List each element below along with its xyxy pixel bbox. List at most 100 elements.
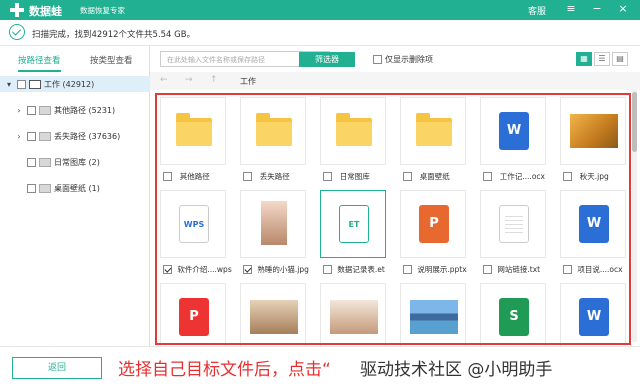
chevron-right-icon[interactable]: › bbox=[14, 106, 24, 115]
cat-photo-thumbnail bbox=[261, 201, 287, 245]
customer-service-link[interactable]: 客服 bbox=[528, 4, 546, 17]
back-button[interactable]: 返回 bbox=[12, 357, 102, 379]
file-caption[interactable]: 其他路径 bbox=[160, 170, 210, 182]
scrollbar-thumb[interactable] bbox=[632, 92, 637, 152]
file-name: 软件介绍....wps bbox=[177, 264, 232, 274]
file-grid: 其他路径 丢失路径 日常图库 桌面壁纸 W 工作记....ocx 秋天.jpg … bbox=[150, 90, 640, 346]
file-checkbox[interactable] bbox=[243, 171, 252, 181]
tree-item-label: 其他路径 (5231) bbox=[54, 105, 116, 115]
file-checkbox[interactable] bbox=[323, 171, 332, 181]
forward-arrow-icon[interactable]: → bbox=[185, 75, 193, 85]
tree-item-checkbox[interactable] bbox=[27, 105, 36, 115]
drive-icon bbox=[29, 79, 41, 89]
folder-icon bbox=[39, 131, 51, 141]
minimize-icon[interactable]: − bbox=[590, 2, 604, 15]
tree-item-checkbox[interactable] bbox=[27, 183, 36, 193]
file-checkbox[interactable] bbox=[163, 171, 172, 181]
file-checkbox[interactable] bbox=[163, 264, 172, 274]
file-tile[interactable] bbox=[480, 190, 546, 258]
list-view-icon[interactable]: ☰ bbox=[594, 52, 610, 66]
close-icon[interactable]: × bbox=[616, 2, 630, 15]
lake-photo-thumbnail bbox=[410, 300, 458, 334]
watermark: 驱动技术社区 @小明助手 bbox=[360, 355, 553, 380]
folder-icon bbox=[176, 113, 212, 146]
tree-item-label: 丢失路径 (37636) bbox=[54, 131, 121, 141]
file-tile[interactable] bbox=[400, 97, 466, 165]
back-arrow-icon[interactable]: ← bbox=[160, 75, 168, 85]
file-tile[interactable] bbox=[400, 283, 466, 346]
file-tile[interactable] bbox=[240, 97, 306, 165]
chevron-down-icon[interactable]: ▾ bbox=[4, 80, 14, 89]
file-name: 说明展示.pptx bbox=[417, 264, 467, 274]
file-checkbox[interactable] bbox=[323, 264, 332, 274]
file-caption[interactable]: 数据记录表.et bbox=[320, 263, 385, 275]
file-caption[interactable]: 秋天.jpg bbox=[560, 170, 609, 182]
only-deleted-checkbox[interactable] bbox=[373, 55, 382, 64]
file-caption[interactable]: 工作记....ocx bbox=[480, 170, 545, 182]
file-caption[interactable]: 项目说....ocx bbox=[560, 263, 623, 275]
file-caption[interactable]: 熟睡的小猫.jpg bbox=[240, 263, 309, 275]
file-name: 桌面壁纸 bbox=[419, 171, 450, 181]
chevron-right-icon[interactable]: › bbox=[14, 132, 24, 141]
file-tile[interactable]: W bbox=[560, 190, 626, 258]
file-caption[interactable]: 软件介绍....wps bbox=[160, 263, 232, 275]
tree-item-checkbox[interactable] bbox=[27, 131, 36, 141]
file-tile[interactable] bbox=[240, 190, 306, 258]
scan-status-text: 扫描完成，找到42912个文件共5.54 GB。 bbox=[32, 30, 196, 40]
file-tile[interactable] bbox=[240, 283, 306, 346]
file-tile[interactable]: P bbox=[400, 190, 466, 258]
detail-view-icon[interactable]: ▤ bbox=[612, 52, 628, 66]
file-tile[interactable]: W bbox=[480, 97, 546, 165]
folder-icon bbox=[256, 113, 292, 146]
file-checkbox[interactable] bbox=[483, 171, 492, 181]
file-checkbox[interactable] bbox=[563, 264, 572, 274]
file-name: 日常图库 bbox=[339, 171, 370, 181]
file-checkbox[interactable] bbox=[403, 171, 412, 181]
file-checkbox[interactable] bbox=[563, 171, 572, 181]
file-tile[interactable]: S bbox=[480, 283, 546, 346]
bottom-bar: 返回 选择自己目标文件后，点击“ 驱动技术社区 @小明助手 bbox=[0, 346, 640, 390]
file-tile[interactable]: W bbox=[560, 283, 626, 346]
file-tile[interactable]: P bbox=[160, 283, 226, 346]
only-deleted-label: 仅显示删除项 bbox=[385, 55, 433, 64]
only-deleted-toggle[interactable]: 仅显示删除项 bbox=[370, 54, 433, 65]
file-name: 网站链接.txt bbox=[497, 264, 541, 274]
wps-doc-icon: WPS bbox=[179, 205, 209, 243]
file-tile[interactable]: WPS bbox=[160, 190, 226, 258]
toolbar: 在此处输入文件名称或保存路径 筛选器 仅显示删除项 ▦ ☰ ▤ bbox=[150, 46, 640, 72]
word-doc-icon: W bbox=[499, 112, 529, 150]
file-tile[interactable]: ET bbox=[320, 190, 386, 258]
file-checkbox[interactable] bbox=[403, 264, 412, 274]
scan-status-bar: 扫描完成，找到42912个文件共5.54 GB。 bbox=[0, 20, 640, 46]
tree-root-checkbox[interactable] bbox=[17, 79, 26, 89]
autumn-photo-thumbnail bbox=[570, 114, 618, 148]
file-checkbox[interactable] bbox=[483, 264, 492, 274]
tab-by-type[interactable]: 按类型查看 bbox=[90, 54, 133, 72]
file-name: 工作记....ocx bbox=[499, 171, 545, 181]
file-tile[interactable] bbox=[320, 283, 386, 346]
sidebar: 按路径查看 按类型查看 ▾ 工作 (42912) › 其他路径 (5231) ›… bbox=[0, 46, 150, 346]
file-tile[interactable] bbox=[160, 97, 226, 165]
menu-icon[interactable]: ≡ bbox=[564, 2, 578, 15]
tree-item-other-path[interactable]: › 其他路径 (5231) bbox=[14, 102, 115, 118]
file-caption[interactable]: 日常图库 bbox=[320, 170, 370, 182]
file-caption[interactable]: 说明展示.pptx bbox=[400, 263, 467, 275]
tree-item-checkbox[interactable] bbox=[27, 157, 36, 167]
file-tile[interactable] bbox=[560, 97, 626, 165]
tree-item-lost-path[interactable]: › 丢失路径 (37636) bbox=[14, 128, 120, 144]
file-caption[interactable]: 丢失路径 bbox=[240, 170, 290, 182]
file-checkbox[interactable] bbox=[243, 264, 252, 274]
file-caption[interactable]: 网站链接.txt bbox=[480, 263, 540, 275]
file-name: 丢失路径 bbox=[259, 171, 290, 181]
up-arrow-icon[interactable]: ↑ bbox=[210, 75, 218, 85]
spreadsheet-doc-icon: S bbox=[499, 298, 529, 336]
grid-view-icon[interactable]: ▦ bbox=[576, 52, 592, 66]
tree-root-work[interactable]: ▾ 工作 (42912) bbox=[0, 76, 150, 92]
tree-item-desktop-wallpaper[interactable]: 桌面壁纸 (1) bbox=[14, 180, 100, 196]
filter-button[interactable]: 筛选器 bbox=[299, 52, 355, 67]
file-tile[interactable] bbox=[320, 97, 386, 165]
file-caption[interactable]: 桌面壁纸 bbox=[400, 170, 450, 182]
tab-by-path[interactable]: 按路径查看 bbox=[18, 54, 61, 72]
logo-plus-icon bbox=[10, 3, 24, 17]
tree-item-daily-gallery[interactable]: 日常图库 (2) bbox=[14, 154, 100, 170]
